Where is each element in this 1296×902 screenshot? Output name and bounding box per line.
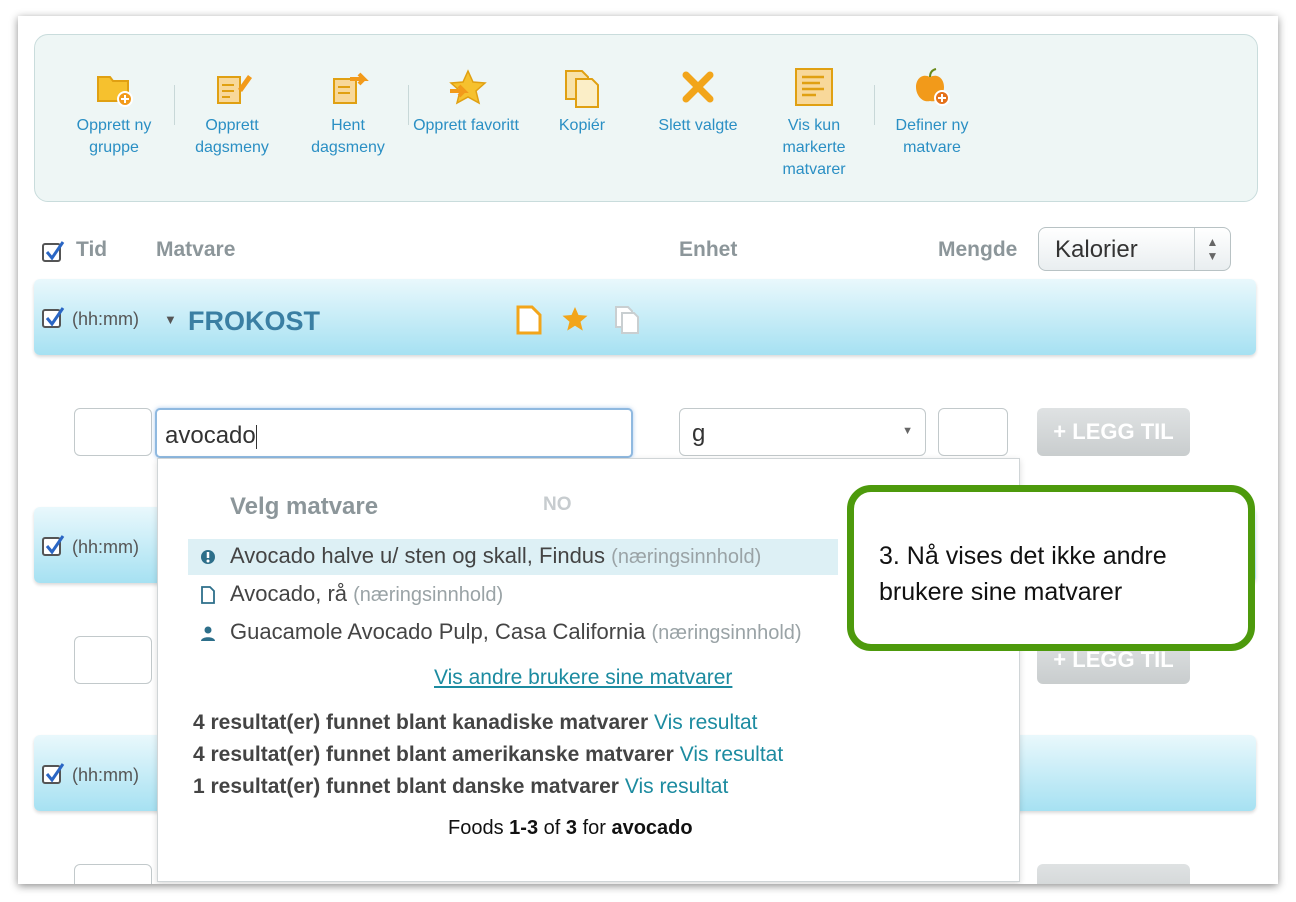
document-icon — [201, 586, 215, 604]
apple-add-icon — [916, 68, 950, 106]
time-input[interactable] — [74, 864, 152, 884]
annotation-callout: 3. Nå vises det ikke andre brukere sine … — [847, 485, 1255, 651]
add-button[interactable] — [1037, 864, 1190, 884]
copy-button[interactable]: Kopiér — [527, 65, 637, 137]
dropdown-arrow-icon: ▼ — [902, 425, 913, 437]
tool-label: Kopiér — [558, 117, 606, 134]
found-line: 4 resultat(er) funnet blant kanadiske ma… — [193, 711, 758, 735]
delete-selected-button[interactable]: Slett valgte — [643, 65, 753, 137]
show-other-users-link[interactable]: Vis andre brukere sine matvarer — [434, 666, 732, 690]
measure-select[interactable]: Kalorier ▲ ▼ — [1038, 227, 1231, 271]
language-tab[interactable]: NO — [543, 494, 572, 516]
toolbar-divider — [874, 85, 875, 125]
tool-label: Opprett favoritt — [413, 117, 519, 134]
tool-label: Hent dagsmeny — [311, 117, 385, 156]
meal-checkbox[interactable] — [42, 763, 65, 784]
create-favorite-button[interactable]: Opprett favoritt — [411, 65, 521, 137]
meal-time[interactable]: (hh:mm) — [72, 537, 139, 558]
footer-total: 3 — [565, 817, 577, 839]
show-result-link[interactable]: Vis resultat — [654, 711, 758, 734]
show-result-link[interactable]: Vis resultat — [680, 743, 784, 766]
found-text: 4 resultat(er) funnet blant kanadiske ma… — [193, 711, 649, 734]
result-name: Avocado, rå — [230, 581, 348, 606]
meal-time[interactable]: (hh:mm) — [72, 309, 139, 330]
select-arrows-icon: ▲ ▼ — [1194, 228, 1230, 270]
fetch-menu-button[interactable]: Hent dagsmeny — [293, 65, 403, 159]
footer-range: 1-3 — [509, 817, 539, 839]
result-nutrition-link[interactable]: (næringsinnhold) — [353, 584, 503, 606]
define-food-button[interactable]: Definer ny matvare — [877, 65, 987, 159]
list-icon — [795, 68, 833, 106]
footer-query: avocado — [611, 817, 693, 839]
favorite-star-icon[interactable] — [561, 305, 589, 333]
time-input[interactable] — [74, 408, 152, 456]
measure-select-value: Kalorier — [1055, 236, 1138, 263]
copy-icon — [565, 70, 599, 108]
meal-time[interactable]: (hh:mm) — [72, 765, 139, 786]
delete-x-icon — [682, 71, 714, 103]
found-text: 1 resultat(er) funnet blant danske matva… — [193, 775, 619, 798]
add-button[interactable]: + LEGG TIL — [1037, 408, 1190, 456]
column-enhet: Enhet — [679, 238, 738, 261]
tool-label: Slett valgte — [658, 117, 738, 134]
toolbar: Opprett ny gruppe Opprett dagsmeny Hent … — [34, 34, 1258, 202]
show-marked-button[interactable]: Vis kun markerte matvarer — [759, 65, 869, 181]
unit-select[interactable]: g ▼ — [679, 408, 926, 456]
unit-value: g — [692, 420, 706, 447]
tool-label: Opprett ny gruppe — [76, 117, 152, 156]
found-text: 4 resultat(er) funnet blant amerikanske … — [193, 743, 674, 766]
footer-for: for — [582, 817, 606, 839]
user-icon — [201, 626, 215, 641]
create-menu-icon — [217, 75, 252, 104]
found-line: 4 resultat(er) funnet blant amerikanske … — [193, 743, 783, 767]
new-document-icon[interactable] — [516, 305, 542, 335]
new-group-button[interactable]: Opprett ny gruppe — [59, 65, 169, 159]
new-group-icon — [97, 76, 133, 107]
found-line: 1 resultat(er) funnet blant danske matva… — [193, 775, 728, 799]
callout-text: 3. Nå vises det ikke andre brukere sine … — [879, 542, 1167, 606]
column-mengde: Mengde — [938, 238, 1018, 261]
result-nutrition-link[interactable]: (næringsinnhold) — [652, 622, 802, 644]
toolbar-divider — [408, 85, 409, 125]
text-cursor — [255, 424, 257, 449]
footer-of: of — [543, 817, 561, 839]
tool-label: Opprett dagsmeny — [195, 117, 269, 156]
amount-input[interactable] — [938, 408, 1008, 456]
create-menu-button[interactable]: Opprett dagsmeny — [177, 65, 287, 159]
toolbar-divider — [174, 85, 175, 125]
meal-checkbox[interactable] — [42, 535, 65, 556]
tool-label: Vis kun markerte matvarer — [782, 117, 846, 178]
result-name: Guacamole Avocado Pulp, Casa California — [230, 619, 646, 644]
fetch-menu-icon — [333, 72, 369, 104]
result-item[interactable]: Avocado halve u/ sten og skall, Findus (… — [188, 539, 838, 575]
search-value: avocado — [165, 422, 256, 449]
result-name: Avocado halve u/ sten og skall, Findus — [230, 543, 606, 568]
dropdown-title: Velg matvare — [230, 493, 379, 520]
food-search-input[interactable]: avocado — [155, 408, 633, 458]
result-item[interactable]: Guacamole Avocado Pulp, Casa California … — [188, 615, 838, 651]
meal-expand-icon[interactable]: ▼ — [164, 312, 177, 327]
brand-product-icon — [201, 550, 215, 564]
copy-icon[interactable] — [614, 305, 640, 335]
select-all-checkbox[interactable] — [42, 241, 65, 262]
meal-name: FROKOST — [188, 306, 320, 336]
favorite-star-icon — [449, 69, 487, 105]
column-matvare: Matvare — [156, 238, 236, 261]
tool-label: Definer ny matvare — [895, 117, 969, 156]
column-tid: Tid — [76, 238, 108, 261]
meal-checkbox[interactable] — [42, 307, 65, 328]
app-frame: Opprett ny gruppe Opprett dagsmeny Hent … — [18, 16, 1278, 884]
results-footer: Foods 1-3 of 3 for avocado — [448, 817, 693, 840]
result-nutrition-link[interactable]: (næringsinnhold) — [611, 546, 761, 568]
result-item[interactable]: Avocado, rå (næringsinnhold) — [188, 577, 838, 613]
show-result-link[interactable]: Vis resultat — [625, 775, 729, 798]
time-input[interactable] — [74, 636, 152, 684]
footer-prefix: Foods — [448, 817, 504, 839]
